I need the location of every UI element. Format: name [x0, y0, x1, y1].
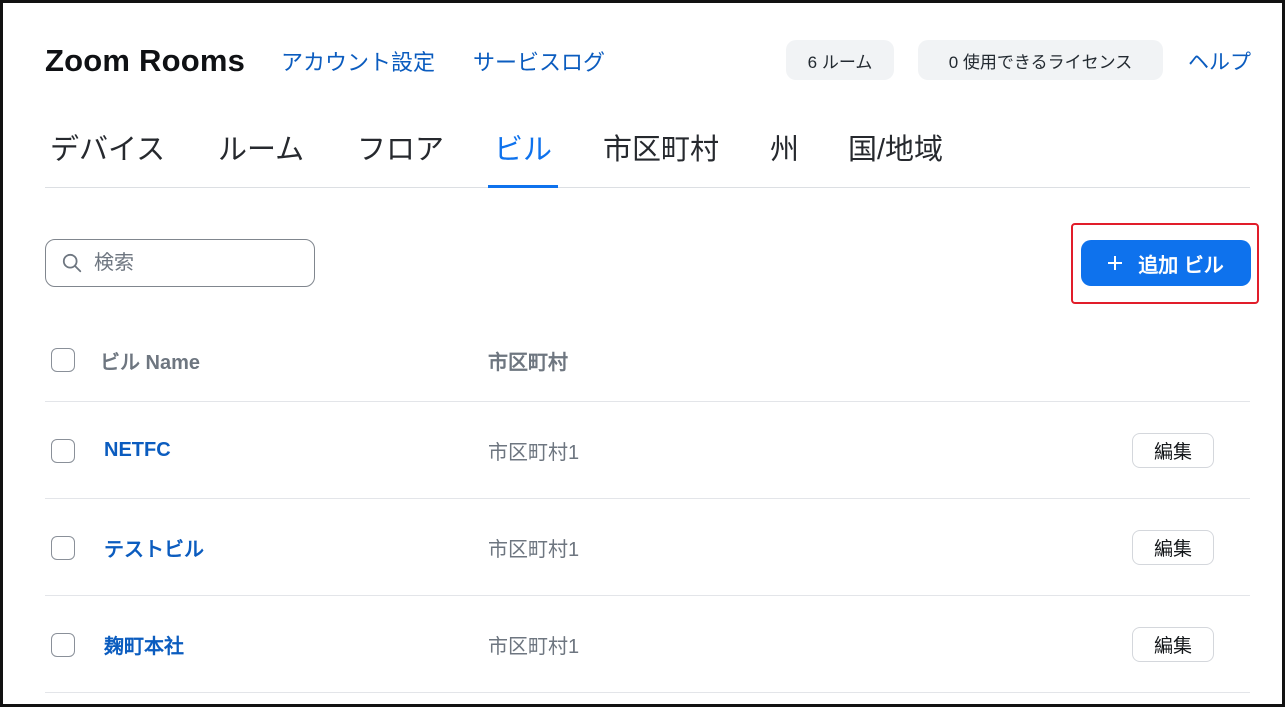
row-checkbox[interactable] — [51, 633, 75, 657]
tab-countries[interactable]: 国/地域 — [842, 128, 949, 188]
select-all-checkbox[interactable] — [51, 348, 75, 372]
table-row: テストビル 市区町村1 編集 — [0, 499, 1286, 596]
table-header: ビル Name 市区町村 — [0, 312, 1286, 402]
building-city: 市区町村1 — [488, 442, 580, 464]
tab-floors[interactable]: フロア — [351, 128, 450, 188]
column-header-building-name[interactable]: ビル Name — [100, 312, 200, 408]
edit-button[interactable]: 編集 — [1132, 433, 1214, 468]
search-box[interactable] — [45, 239, 315, 287]
building-city: 市区町村1 — [488, 539, 580, 561]
add-building-label: 追加 ビル — [1138, 254, 1224, 277]
search-icon — [62, 253, 82, 273]
tab-states[interactable]: 州 — [764, 128, 805, 188]
licenses-badge: 0 使用できるライセンス — [918, 40, 1163, 80]
add-building-button[interactable]: 追加 ビル — [1081, 240, 1251, 286]
edit-button[interactable]: 編集 — [1132, 627, 1214, 662]
building-name-link[interactable]: テストビル — [104, 499, 204, 596]
service-log-link[interactable]: サービスログ — [473, 40, 605, 82]
search-input[interactable] — [92, 250, 292, 276]
edit-button[interactable]: 編集 — [1132, 530, 1214, 565]
tab-devices[interactable]: デバイス — [44, 128, 171, 188]
tab-buildings[interactable]: ビル — [488, 128, 559, 188]
rooms-count-badge: 6 ルーム — [786, 40, 894, 80]
column-header-city[interactable]: 市区町村 — [488, 312, 568, 408]
building-name-link[interactable]: NETFC — [104, 402, 171, 499]
account-settings-link[interactable]: アカウント設定 — [281, 40, 435, 82]
building-name-link[interactable]: 麹町本社 — [104, 596, 184, 693]
tab-rooms[interactable]: ルーム — [212, 128, 310, 188]
building-city: 市区町村1 — [488, 636, 580, 658]
plus-icon — [1108, 256, 1123, 270]
help-link[interactable]: ヘルプ — [1188, 40, 1251, 82]
tab-cities[interactable]: 市区町村 — [597, 128, 725, 188]
row-checkbox[interactable] — [51, 439, 75, 463]
table-row: NETFC 市区町村1 編集 — [0, 402, 1286, 499]
row-checkbox[interactable] — [51, 536, 75, 560]
table-row: 麹町本社 市区町村1 編集 — [0, 596, 1286, 693]
page-title: Zoom Rooms — [45, 43, 246, 78]
